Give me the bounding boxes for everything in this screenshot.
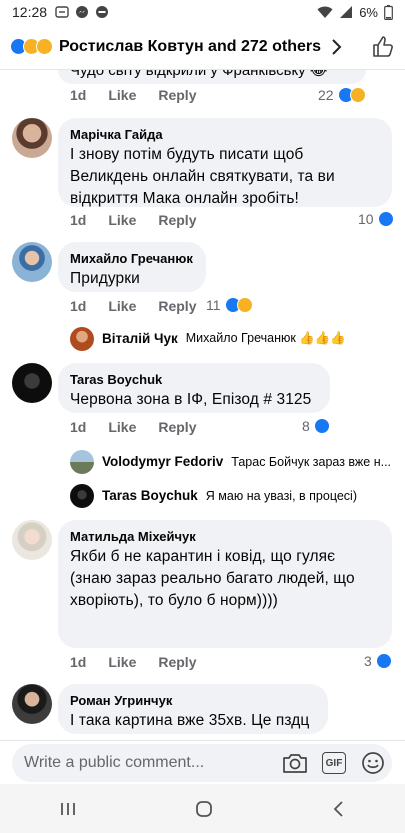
reply-text: Михайло Гречанюк 👍👍👍 — [185, 331, 346, 345]
comment-actions: 1d Like Reply — [70, 654, 196, 670]
comment-text: І знову потім будуть писати щоб Великден… — [70, 146, 335, 207]
comment-time[interactable]: 1d — [70, 419, 86, 435]
comment-bubble: Михайло Гречанюк Придурки — [58, 242, 206, 292]
messenger-icon — [76, 6, 89, 18]
reaction-count-number: 22 — [318, 87, 334, 103]
avatar[interactable] — [70, 484, 94, 508]
reply-text: Я маю на увазі, в процесі) — [205, 488, 357, 503]
comment-text: Якби б не карантин і ковід, що гуляє (зн… — [70, 548, 355, 609]
reply-button[interactable]: Reply — [158, 654, 196, 670]
reply-author[interactable]: Taras Boychuk — [102, 488, 198, 503]
like-reaction-icon — [375, 653, 392, 669]
comment-text: Придурки — [70, 270, 140, 287]
comment-bubble: Taras Boychuk Червона зона в ІФ, Епізод … — [58, 363, 330, 413]
reply-author[interactable]: Віталій Чук — [102, 331, 178, 346]
comment-actions: 1d Like Reply — [70, 87, 196, 103]
comment-actions: 1d Like Reply — [70, 212, 196, 228]
like-button[interactable]: Like — [108, 298, 136, 314]
reply-button[interactable]: Reply — [158, 419, 196, 435]
reply-preview[interactable]: Volodymyr Fedoriv Тарас Бойчук зараз вже… — [94, 454, 391, 469]
reaction-count-number: 8 — [302, 418, 310, 434]
comment-placeholder: Write a public comment... — [24, 754, 205, 771]
reaction-count[interactable]: 8 — [302, 418, 330, 434]
reaction-count[interactable]: 10 — [358, 211, 394, 227]
notification-icon — [55, 6, 69, 18]
status-bar: 12:28 6% — [0, 0, 405, 24]
reaction-icons — [10, 38, 53, 55]
comment-author[interactable]: Матильда Міхейчук — [70, 528, 380, 546]
wow-reaction-icon — [36, 38, 53, 55]
like-button[interactable]: Like — [108, 87, 136, 103]
like-reaction-icon — [377, 211, 394, 227]
avatar[interactable] — [70, 450, 94, 474]
reply-button[interactable]: Reply — [158, 87, 196, 103]
comment-author[interactable]: Taras Boychuk — [70, 371, 318, 389]
battery-level: 6% — [359, 4, 378, 20]
comment-bubble: Роман Угринчук І така картина вже 35хв. … — [58, 684, 328, 734]
comment-bubble: Марічка Гайда І знову потім будуть писат… — [58, 118, 392, 207]
gif-label: GIF — [325, 757, 343, 769]
comment-text: Чудо світу відкрили у Франківську 😂 — [70, 70, 328, 79]
comment-time[interactable]: 1d — [70, 212, 86, 228]
haha-reaction-icon — [349, 87, 366, 103]
chevron-right-icon[interactable] — [331, 38, 343, 56]
avatar[interactable] — [12, 242, 52, 282]
back-icon[interactable] — [332, 800, 346, 818]
home-icon[interactable] — [194, 799, 214, 819]
comment-composer: Write a public comment... GIF — [0, 740, 405, 784]
reaction-count-number: 11 — [206, 297, 221, 313]
comment-time[interactable]: 1d — [70, 654, 86, 670]
avatar[interactable] — [12, 520, 52, 560]
comment-actions: 1d Like Reply — [70, 298, 196, 314]
reactions-summary[interactable]: Ростислав Ковтун and 272 others — [59, 38, 321, 56]
comment-time[interactable]: 1d — [70, 298, 86, 314]
like-button[interactable]: Like — [108, 654, 136, 670]
reply-preview[interactable]: Віталій Чук Михайло Гречанюк 👍👍👍 — [94, 331, 346, 346]
comment-author[interactable]: Михайло Гречанюк — [70, 250, 194, 268]
haha-reaction-icon — [236, 297, 253, 313]
reply-button[interactable]: Reply — [158, 298, 196, 314]
reply-button[interactable]: Reply — [158, 212, 196, 228]
status-time: 12:28 — [12, 4, 48, 20]
like-outline-icon[interactable] — [371, 35, 395, 59]
avatar[interactable] — [12, 363, 52, 403]
avatar[interactable] — [70, 327, 94, 351]
reaction-count[interactable]: 22 — [318, 87, 366, 103]
comment-actions: 1d Like Reply — [70, 419, 196, 435]
reaction-count-number: 3 — [364, 653, 372, 669]
reaction-count[interactable]: 11 — [206, 297, 253, 313]
battery-icon — [384, 4, 393, 20]
reaction-count-number: 10 — [358, 211, 374, 227]
comment-author[interactable]: Марічка Гайда — [70, 126, 380, 144]
gif-button[interactable]: GIF — [322, 752, 346, 774]
dnd-icon — [96, 6, 109, 18]
reaction-count[interactable]: 3 — [364, 653, 392, 669]
comment-bubble: Матильда Міхейчук Якби б не карантин і к… — [58, 520, 392, 648]
like-button[interactable]: Like — [108, 212, 136, 228]
like-reaction-icon — [313, 418, 330, 434]
avatar[interactable] — [12, 684, 52, 724]
recents-icon[interactable] — [59, 800, 77, 818]
reactions-header[interactable]: Ростислав Ковтун and 272 others — [0, 24, 405, 70]
like-button[interactable]: Like — [108, 419, 136, 435]
comment-text: І така картина вже 35хв. Це пздц — [70, 712, 310, 729]
comment-author[interactable]: Роман Угринчук — [70, 692, 316, 710]
wifi-icon — [317, 6, 333, 18]
reply-author[interactable]: Volodymyr Fedoriv — [102, 454, 223, 469]
reply-text: Тарас Бойчук зараз вже н... — [231, 454, 392, 469]
system-navbar — [0, 784, 405, 833]
comment-time[interactable]: 1d — [70, 87, 86, 103]
comment-input[interactable]: Write a public comment... GIF — [12, 744, 392, 782]
avatar[interactable] — [12, 118, 52, 158]
comments-list[interactable]: Чудо світу відкрили у Франківську 😂 1d L… — [0, 70, 405, 740]
camera-icon[interactable] — [282, 751, 308, 775]
comment-text: Червона зона в ІФ, Епізод # 3125 — [70, 391, 312, 408]
reply-preview[interactable]: Taras Boychuk Я маю на увазі, в процесі) — [94, 488, 357, 503]
emoji-icon[interactable] — [361, 751, 385, 775]
signal-icon — [340, 6, 353, 18]
